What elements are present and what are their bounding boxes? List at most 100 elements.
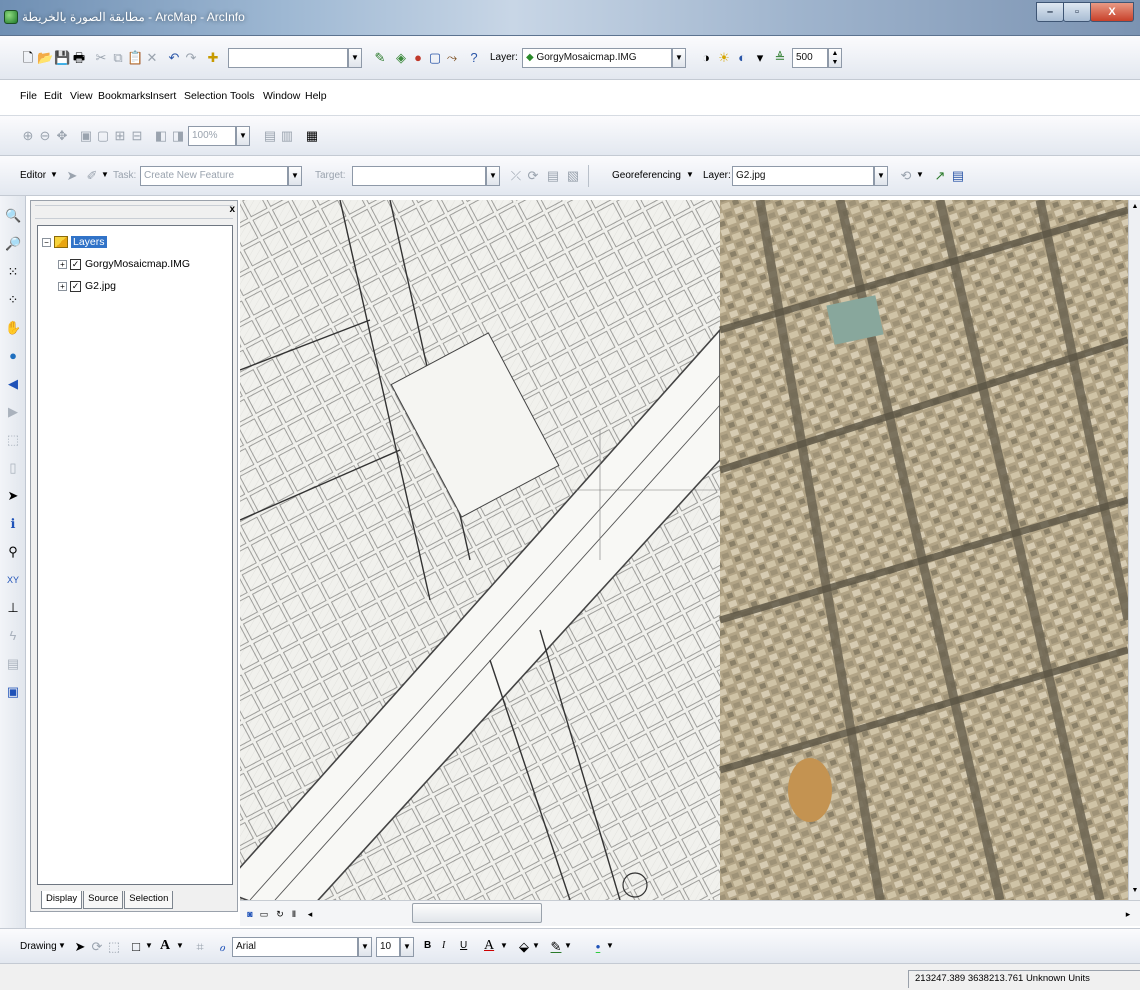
toc-layer-row[interactable]: + ✓ GorgyMosaicmap.IMG <box>58 256 190 272</box>
map-scale-dropdown[interactable]: ▼ <box>348 48 362 68</box>
menu-window[interactable]: Window <box>263 90 300 102</box>
tab-display[interactable]: Display <box>41 891 83 909</box>
marker-color-arrow[interactable]: ▼ <box>606 941 614 950</box>
rotate-tool-icon[interactable]: ⟳ <box>525 168 541 184</box>
contrast-icon[interactable]: ◑ <box>698 50 714 66</box>
toggle-draft-mode-icon[interactable]: ▤ <box>262 128 278 144</box>
zoom-whole-page-icon[interactable]: ▣ <box>78 128 94 144</box>
fixed-zoom-out-icon[interactable]: ⁘ <box>5 292 21 308</box>
undo-icon[interactable]: ↶ <box>166 50 182 66</box>
editor-toolbar-icon[interactable]: ✎ <box>372 50 388 66</box>
layer-select[interactable]: ◆ GorgyMosaicmap.IMG <box>522 48 672 68</box>
view-link-table-icon[interactable]: ▤ <box>950 168 966 184</box>
tab-source[interactable]: Source <box>83 891 124 909</box>
fixed-zoom-in-icon[interactable]: ⁙ <box>5 264 21 280</box>
open-folder-icon[interactable]: 📂 <box>37 50 53 66</box>
more-options-icon[interactable]: ▾ <box>752 50 768 66</box>
minimize-button[interactable]: – <box>1036 2 1064 22</box>
change-layout-icon[interactable]: ▦ <box>304 128 320 144</box>
html-popup-icon[interactable]: ▤ <box>5 656 21 672</box>
map-vertical-scrollbar[interactable]: ▲ ▼ <box>1128 200 1140 900</box>
maximize-button[interactable]: ▫ <box>1063 2 1091 22</box>
rectangle-tool-icon[interactable]: □ <box>128 939 144 955</box>
new-document-icon[interactable]: 🗋 <box>20 50 36 66</box>
task-select[interactable]: Create New Feature <box>140 166 288 186</box>
scroll-right-arrow[interactable]: ▸ <box>1120 906 1136 922</box>
menu-file[interactable]: File <box>20 90 37 102</box>
pause-drawing-icon[interactable]: Ⅱ <box>286 906 302 922</box>
task-dropdown[interactable]: ▼ <box>288 166 302 186</box>
zoom-in-icon[interactable]: 🔍 <box>5 208 21 224</box>
attributes-icon[interactable]: ▤ <box>545 168 561 184</box>
sketch-properties-icon[interactable]: ▧ <box>565 168 581 184</box>
time-slider-icon[interactable]: ▣ <box>5 684 21 700</box>
collapse-icon[interactable]: − <box>42 237 51 247</box>
georef-layer-dropdown[interactable]: ▼ <box>874 166 888 186</box>
contrast-value-input[interactable]: 500 <box>792 48 828 68</box>
focus-data-frame-icon[interactable]: ▥ <box>279 128 295 144</box>
fill-color-arrow[interactable]: ▼ <box>532 941 540 950</box>
font-name-dropdown[interactable]: ▼ <box>358 937 372 957</box>
contrast-spinner[interactable]: ▲ ▼ <box>828 48 842 68</box>
fixed-zoom-in-icon[interactable]: ⊞ <box>112 128 128 144</box>
georeferencing-menu[interactable]: Georeferencing <box>612 170 681 181</box>
brightness-icon[interactable]: ☀ <box>716 50 732 66</box>
layer-visibility-checkbox[interactable]: ✓ <box>70 258 81 270</box>
measure-icon[interactable]: ⊥ <box>5 600 21 616</box>
italic-button[interactable]: I <box>442 940 445 951</box>
fill-color-icon[interactable]: ⬙ <box>516 939 532 955</box>
georeferencing-menu-arrow[interactable]: ▼ <box>686 170 694 179</box>
menu-view[interactable]: View <box>70 90 93 102</box>
georef-tools-arrow[interactable]: ▼ <box>916 170 924 179</box>
delete-icon[interactable]: ✕ <box>144 50 160 66</box>
text-tool-arrow[interactable]: ▼ <box>176 941 184 950</box>
copy-icon[interactable]: ⧉ <box>110 50 126 66</box>
edit-vertices-icon[interactable]: ⌗ <box>192 939 208 955</box>
fixed-zoom-out-icon[interactable]: ⊟ <box>129 128 145 144</box>
drawing-menu[interactable]: Drawing <box>20 941 57 952</box>
hyperlink-icon[interactable]: ϟ <box>5 628 21 644</box>
redo-icon[interactable]: ↷ <box>183 50 199 66</box>
forward-arrow-icon[interactable]: ▶ <box>5 404 21 420</box>
identify-icon[interactable]: ℹ <box>5 516 21 532</box>
go-forward-extent-icon[interactable]: ◨ <box>170 128 186 144</box>
map-scale-input[interactable] <box>228 48 348 68</box>
menu-tools[interactable]: Tools <box>230 90 255 102</box>
menu-bookmarks[interactable]: Bookmarks <box>98 90 151 102</box>
toc-grip[interactable] <box>35 205 233 219</box>
font-color-button[interactable]: A <box>484 938 494 954</box>
rotate-georef-icon[interactable]: ⟲ <box>898 168 914 184</box>
select-elements-icon[interactable]: ➤ <box>72 939 88 955</box>
rectangle-tool-arrow[interactable]: ▼ <box>145 941 153 950</box>
zoom-to-selected-icon[interactable]: ⬚ <box>106 939 122 955</box>
menu-help[interactable]: Help <box>305 90 327 102</box>
select-elements-arrow-icon[interactable]: ➤ <box>5 488 21 504</box>
select-features-icon[interactable]: ⬚ <box>5 432 21 448</box>
tab-selection[interactable]: Selection <box>124 891 174 909</box>
font-color-arrow[interactable]: ▼ <box>500 941 508 950</box>
layout-zoom-input[interactable]: 100% <box>188 126 236 146</box>
toc-close-icon[interactable]: x <box>229 204 235 215</box>
toc-root-layers[interactable]: − Layers <box>42 234 107 250</box>
menu-edit[interactable]: Edit <box>44 90 62 102</box>
full-extent-globe-icon[interactable]: ● <box>5 348 21 364</box>
expand-icon[interactable]: + <box>58 281 67 291</box>
sketch-tool-arrow[interactable]: ▼ <box>101 170 109 179</box>
find-binoculars-icon[interactable]: ⚲ <box>5 544 21 560</box>
line-color-icon[interactable]: ✎ <box>548 939 564 955</box>
expand-icon[interactable]: + <box>58 259 67 269</box>
title-bar[interactable]: مطابقة الصورة بالخريطة - ArcMap - ArcInf… <box>0 0 1140 36</box>
rotate-element-icon[interactable]: ⟳ <box>89 939 105 955</box>
back-arrow-icon[interactable]: ◀ <box>5 376 21 392</box>
add-data-icon[interactable]: ✚ <box>205 50 221 66</box>
model-builder-icon[interactable]: ⤳ <box>444 50 460 66</box>
command-line-icon[interactable]: ▢ <box>427 50 443 66</box>
zoom-out-icon[interactable]: 🔎 <box>5 236 21 252</box>
scroll-down-arrow[interactable]: ▼ <box>1130 886 1140 896</box>
go-to-xy-icon[interactable]: XY <box>5 572 21 588</box>
font-size-select[interactable]: 10 <box>376 937 400 957</box>
target-dropdown[interactable]: ▼ <box>486 166 500 186</box>
pan-hand-icon[interactable]: ✋ <box>5 320 21 336</box>
line-color-arrow[interactable]: ▼ <box>564 941 572 950</box>
target-select[interactable] <box>352 166 486 186</box>
